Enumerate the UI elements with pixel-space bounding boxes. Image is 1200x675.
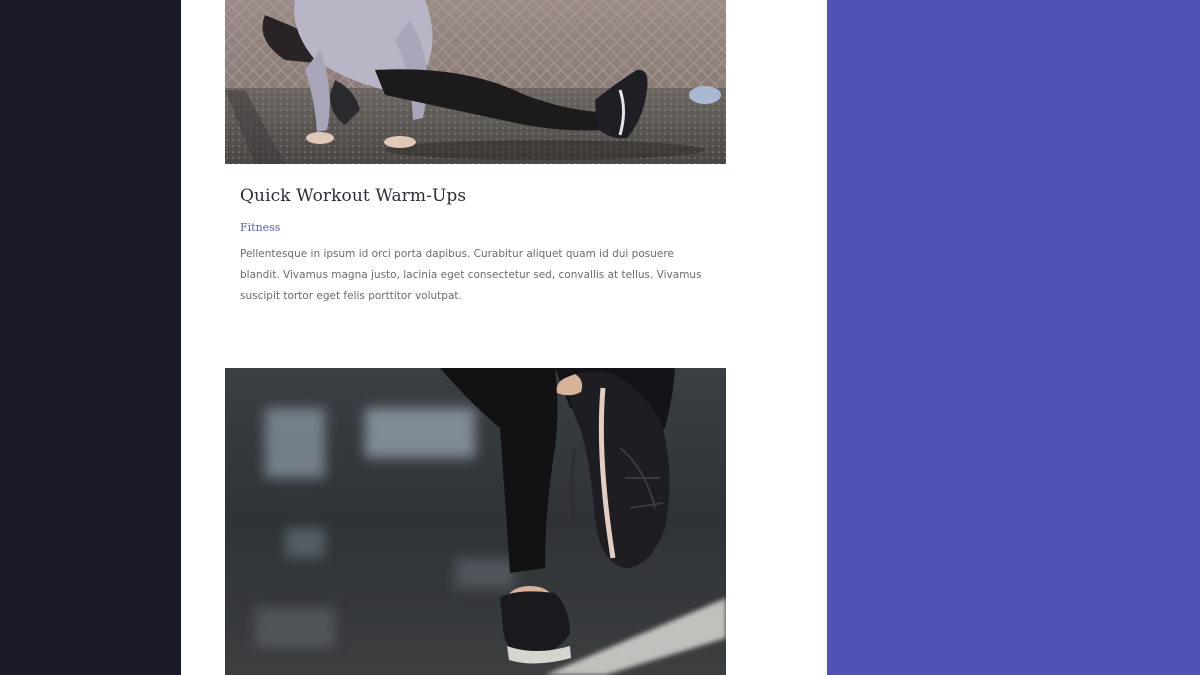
runner-photo-illustration xyxy=(225,368,726,675)
post-featured-image-runner[interactable] xyxy=(225,368,726,675)
left-dark-panel xyxy=(0,0,181,675)
stretching-photo-illustration xyxy=(225,0,726,164)
right-accent-panel xyxy=(827,0,1200,675)
blog-content-column: Quick Workout Warm-Ups Fitness Pellentes… xyxy=(181,0,827,675)
post-excerpt: Pellentesque in ipsum id orci porta dapi… xyxy=(240,248,702,302)
post-featured-image-stretching[interactable] xyxy=(225,0,726,164)
post-title[interactable]: Quick Workout Warm-Ups xyxy=(240,186,466,206)
post-category-link[interactable]: Fitness xyxy=(240,221,280,234)
